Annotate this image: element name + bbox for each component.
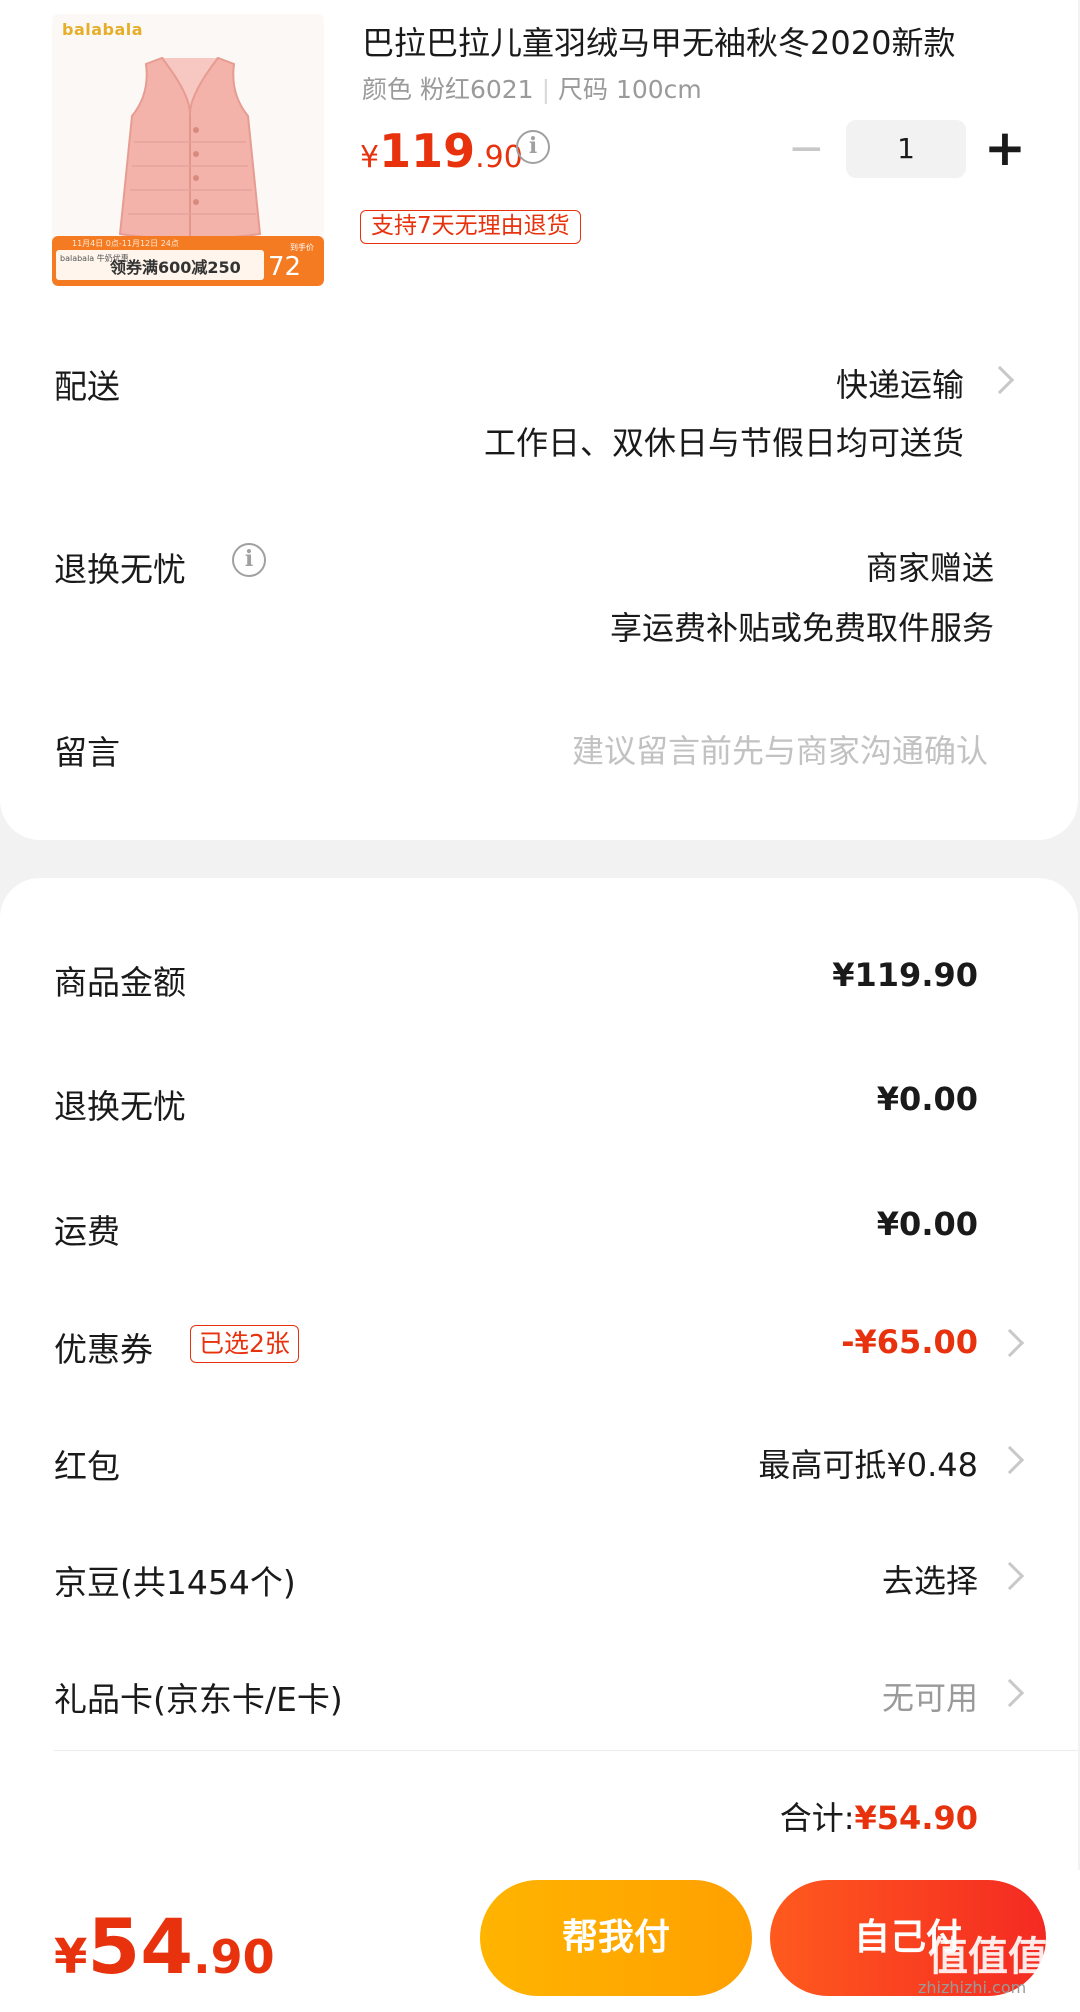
promo-coupon-text: 领券满600减250: [110, 258, 241, 277]
shipping-fee-value: ¥0.00: [876, 1205, 978, 1243]
order-item-card: balabala 11月4日 0点-11月12日 24点 balabala 牛奶…: [0, 0, 1078, 840]
shipping-fee-label: 运费: [54, 1212, 120, 1251]
return-worry-note: 享运费补贴或免费取件服务: [609, 609, 994, 647]
product-spec: 颜色 粉红6021 | 尺码 100cm: [362, 70, 702, 106]
brand-logo: balabala: [62, 20, 144, 39]
pay-total-decimal: .90: [193, 1930, 275, 1984]
checkout-bar: ¥54.90 帮我付 自己付 值值值 zhizhizhi.com: [0, 1870, 1080, 2012]
promo-banner: 11月4日 0点-11月12日 24点 balabala 牛奶优惠 领券满600…: [52, 236, 324, 286]
delivery-method[interactable]: 快递运输: [836, 360, 964, 406]
price-info-icon[interactable]: i: [516, 130, 550, 164]
price-summary-card: [0, 878, 1078, 1870]
summary-total-label: 合计:: [779, 1799, 855, 1837]
jingdou-label: 京豆(共1454个): [54, 1563, 296, 1602]
price-integer: 119: [379, 124, 476, 178]
return-policy-badge: 支持7天无理由退货: [360, 210, 581, 244]
spec-divider: |: [541, 75, 551, 104]
summary-divider: [54, 1750, 1078, 1751]
jingdou-value[interactable]: 去选择: [882, 1556, 978, 1602]
redpacket-value[interactable]: 最高可抵¥0.48: [758, 1440, 978, 1486]
pay-total-currency: ¥: [54, 1929, 88, 1985]
delivery-note: 工作日、双休日与节假日均可送货: [483, 424, 964, 462]
redpacket-label: 红包: [54, 1447, 120, 1486]
promo-price: 72: [268, 252, 302, 282]
promo-coupon-box: balabala 牛奶优惠 领券满600减250: [56, 250, 264, 280]
summary-total: 合计:¥54.90: [780, 1793, 978, 1839]
return-fee-value: ¥0.00: [876, 1080, 978, 1118]
message-input[interactable]: 建议留言前先与商家沟通确认: [572, 726, 988, 772]
coupon-selected-badge[interactable]: 已选2张: [190, 1325, 299, 1363]
delivery-chevron-icon[interactable]: [985, 365, 1015, 395]
pay-total: ¥54.90: [54, 1902, 275, 1991]
coupon-value[interactable]: -¥65.00: [841, 1323, 978, 1361]
return-worry-value: 商家赠送: [865, 549, 994, 587]
quantity-decrease-button[interactable]: −: [788, 126, 825, 176]
delivery-label: 配送: [54, 367, 120, 406]
price-currency: ¥: [360, 140, 380, 175]
return-worry-info-icon[interactable]: i: [232, 543, 266, 577]
return-worry-label: 退换无忧: [54, 550, 186, 589]
quantity-increase-button[interactable]: +: [982, 122, 1028, 176]
watermark-url: zhizhizhi.com: [918, 1978, 1027, 1997]
unit-price: ¥119.90: [360, 124, 523, 178]
giftcard-label: 礼品卡(京东卡/E卡): [54, 1680, 343, 1719]
promo-period: 11月4日 0点-11月12日 24点: [72, 239, 179, 248]
product-title[interactable]: 巴拉巴拉儿童羽绒马甲无袖秋冬2020新款: [362, 18, 1022, 64]
return-fee-label: 退换无忧: [54, 1087, 186, 1126]
coupon-label: 优惠券: [54, 1330, 153, 1369]
pay-total-integer: 54: [87, 1902, 194, 1991]
product-image[interactable]: balabala 11月4日 0点-11月12日 24点 balabala 牛奶…: [52, 14, 324, 286]
help-pay-button[interactable]: 帮我付: [480, 1880, 752, 1996]
watermark-logo: 值值值: [928, 1934, 1048, 1980]
vest-illustration: [118, 56, 262, 240]
goods-amount-label: 商品金额: [54, 963, 186, 1002]
summary-total-value: ¥54.90: [854, 1799, 978, 1837]
message-label: 留言: [54, 733, 120, 772]
goods-amount-value: ¥119.90: [832, 956, 978, 994]
spec-color: 颜色 粉红6021: [362, 75, 534, 104]
quantity-input[interactable]: 1: [846, 120, 966, 178]
spec-size: 尺码 100cm: [558, 75, 702, 104]
giftcard-value[interactable]: 无可用: [882, 1673, 978, 1719]
